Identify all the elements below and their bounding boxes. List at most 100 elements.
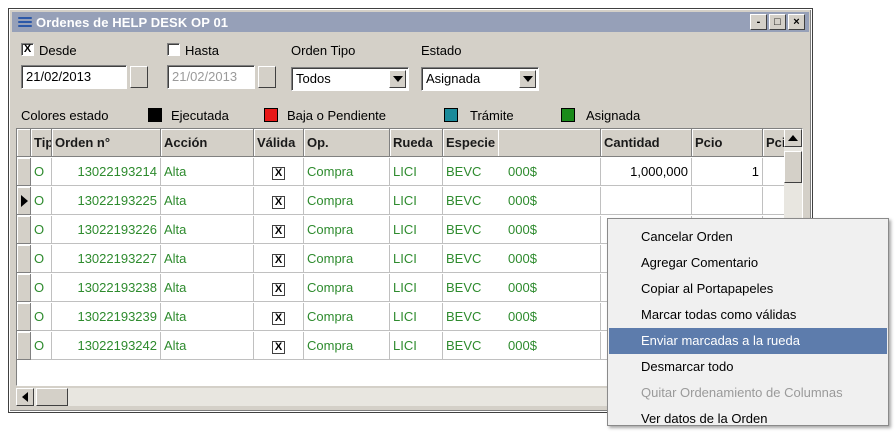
cell-accion[interactable]: Alta — [161, 332, 254, 360]
cell-op[interactable]: Compra — [304, 303, 390, 331]
cell-op[interactable]: Compra — [304, 187, 390, 215]
cell-accion[interactable]: Alta — [161, 216, 254, 244]
row-selector[interactable] — [17, 216, 31, 244]
cell-tipo[interactable]: O — [31, 274, 52, 302]
cell-especie[interactable]: BEVC — [443, 303, 498, 331]
hasta-date-field[interactable]: 21/02/2013 — [167, 65, 255, 89]
title-bar[interactable]: Ordenes de HELP DESK OP 01 - □ × — [12, 12, 809, 32]
desde-date-field[interactable]: 21/02/2013 — [21, 65, 127, 89]
cell-rueda[interactable]: LICI — [390, 245, 443, 273]
cell-tipo[interactable]: O — [31, 187, 52, 215]
cell-op[interactable]: Compra — [304, 158, 390, 186]
minimize-button[interactable]: - — [750, 14, 767, 30]
desde-calendar-button[interactable] — [130, 66, 148, 88]
cell-cantidad[interactable] — [601, 187, 692, 215]
cell-orden[interactable]: 13022193239 — [52, 303, 161, 331]
estado-select[interactable]: Asignada — [421, 67, 539, 91]
cell-moneda[interactable]: 000$ — [498, 332, 601, 360]
menu-item[interactable]: Ver datos de la Orden — [609, 406, 887, 432]
cell-moneda[interactable]: 000$ — [498, 216, 601, 244]
cell-especie[interactable]: BEVC — [443, 216, 498, 244]
row-selector[interactable] — [17, 245, 31, 273]
cell-rueda[interactable]: LICI — [390, 332, 443, 360]
cell-valida[interactable]: X — [254, 216, 304, 244]
cell-op[interactable]: Compra — [304, 216, 390, 244]
cell-orden[interactable]: 13022193225 — [52, 187, 161, 215]
cell-especie[interactable]: BEVC — [443, 187, 498, 215]
chevron-down-icon[interactable] — [519, 70, 536, 88]
header-accion[interactable]: Acción — [161, 129, 254, 157]
hasta-checkbox[interactable] — [167, 43, 180, 56]
menu-item[interactable]: Copiar al Portapapeles — [609, 276, 887, 302]
cell-especie[interactable]: BEVC — [443, 158, 498, 186]
cell-rueda[interactable]: LICI — [390, 303, 443, 331]
cell-op[interactable]: Compra — [304, 274, 390, 302]
valida-checkbox[interactable]: X — [272, 312, 285, 325]
scroll-thumb[interactable] — [784, 151, 802, 183]
cell-rueda[interactable]: LICI — [390, 158, 443, 186]
header-tipo[interactable]: Tipo — [31, 129, 52, 157]
scroll-left-button[interactable] — [16, 388, 34, 406]
close-button[interactable]: × — [788, 14, 805, 30]
cell-accion[interactable]: Alta — [161, 274, 254, 302]
header-orden[interactable]: Orden n° — [52, 129, 161, 157]
cell-moneda[interactable]: 000$ — [498, 245, 601, 273]
cell-rueda[interactable]: LICI — [390, 187, 443, 215]
cell-especie[interactable]: BEVC — [443, 332, 498, 360]
valida-checkbox[interactable]: X — [272, 283, 285, 296]
desde-checkbox[interactable]: X — [21, 43, 34, 56]
header-cantidad[interactable]: Cantidad — [601, 129, 692, 157]
cell-orden[interactable]: 13022193226 — [52, 216, 161, 244]
cell-moneda[interactable]: 000$ — [498, 303, 601, 331]
menu-item[interactable]: Cancelar Orden — [609, 224, 887, 250]
hasta-calendar-button[interactable] — [258, 66, 276, 88]
cell-op[interactable]: Compra — [304, 245, 390, 273]
valida-checkbox[interactable]: X — [272, 341, 285, 354]
valida-checkbox[interactable]: X — [272, 196, 285, 209]
cell-moneda[interactable]: 000$ — [498, 158, 601, 186]
cell-op[interactable]: Compra — [304, 332, 390, 360]
menu-item[interactable]: Marcar todas como válidas — [609, 302, 887, 328]
cell-accion[interactable]: Alta — [161, 187, 254, 215]
row-selector[interactable] — [17, 158, 31, 186]
cell-tipo[interactable]: O — [31, 332, 52, 360]
cell-valida[interactable]: X — [254, 158, 304, 186]
scroll-up-button[interactable] — [784, 129, 802, 147]
row-selector[interactable] — [17, 187, 31, 215]
cell-orden[interactable]: 13022193238 — [52, 274, 161, 302]
header-blank[interactable] — [498, 129, 601, 157]
chevron-down-icon[interactable] — [389, 70, 406, 88]
cell-rueda[interactable]: LICI — [390, 216, 443, 244]
cell-moneda[interactable]: 000$ — [498, 187, 601, 215]
hscroll-thumb[interactable] — [36, 388, 68, 406]
header-valida[interactable]: Válida — [254, 129, 304, 157]
cell-orden[interactable]: 13022193242 — [52, 332, 161, 360]
row-selector[interactable] — [17, 274, 31, 302]
cell-cantidad[interactable]: 1,000,000 — [601, 158, 692, 186]
valida-checkbox[interactable]: X — [272, 254, 285, 267]
row-selector[interactable] — [17, 332, 31, 360]
cell-accion[interactable]: Alta — [161, 303, 254, 331]
header-especie[interactable]: Especie — [443, 129, 498, 157]
menu-item[interactable]: Enviar marcadas a la rueda — [609, 328, 887, 354]
orden-tipo-select[interactable]: Todos — [291, 67, 409, 91]
cell-tipo[interactable]: O — [31, 158, 52, 186]
header-pcio[interactable]: Pcio — [692, 129, 763, 157]
cell-accion[interactable]: Alta — [161, 245, 254, 273]
maximize-button[interactable]: □ — [769, 14, 786, 30]
cell-valida[interactable]: X — [254, 274, 304, 302]
cell-accion[interactable]: Alta — [161, 158, 254, 186]
cell-valida[interactable]: X — [254, 245, 304, 273]
cell-orden[interactable]: 13022193227 — [52, 245, 161, 273]
cell-pcio[interactable]: 1 — [692, 158, 763, 186]
cell-valida[interactable]: X — [254, 187, 304, 215]
header-rueda[interactable]: Rueda — [390, 129, 443, 157]
cell-tipo[interactable]: O — [31, 245, 52, 273]
cell-valida[interactable]: X — [254, 303, 304, 331]
cell-tipo[interactable]: O — [31, 216, 52, 244]
cell-moneda[interactable]: 000$ — [498, 274, 601, 302]
valida-checkbox[interactable]: X — [272, 225, 285, 238]
cell-rueda[interactable]: LICI — [390, 274, 443, 302]
cell-especie[interactable]: BEVC — [443, 274, 498, 302]
cell-especie[interactable]: BEVC — [443, 245, 498, 273]
